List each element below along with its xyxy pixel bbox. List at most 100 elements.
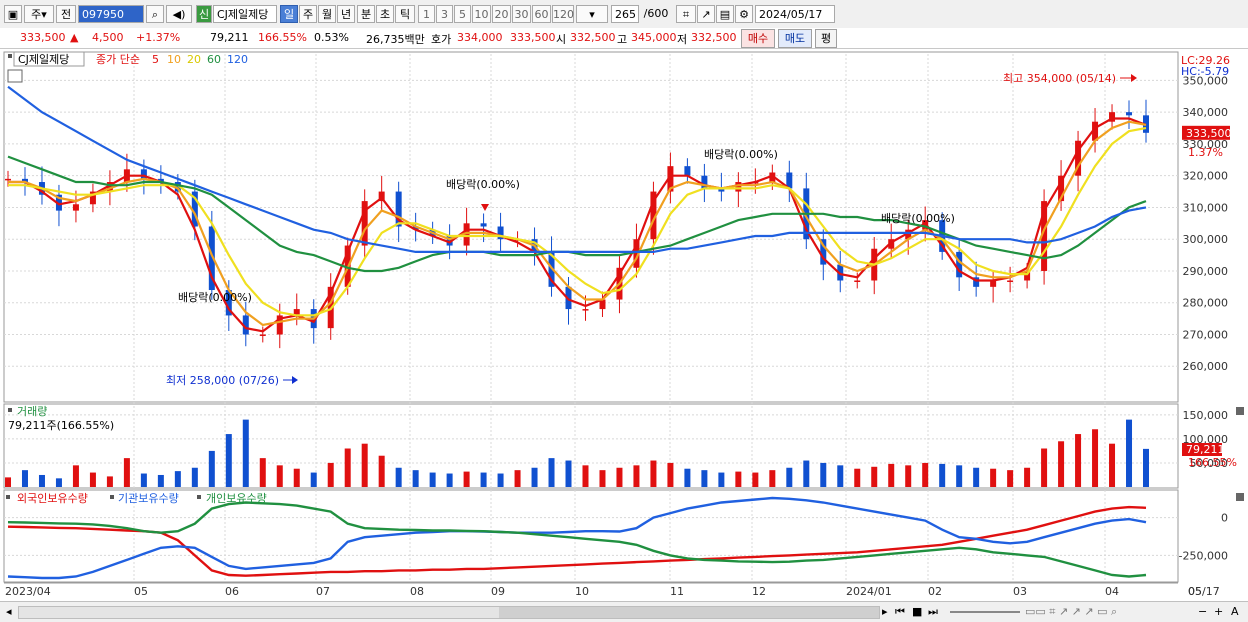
holdings-tick-label: -250,000 xyxy=(1179,549,1228,562)
dividend-annotation-3: 배당락(0.00%) xyxy=(704,148,778,161)
draw-icon[interactable]: ↗ xyxy=(697,5,715,23)
volume-bar xyxy=(174,471,181,487)
candle-body xyxy=(582,309,589,311)
last-page-icon[interactable]: ⏭ xyxy=(928,605,938,619)
volume-bar xyxy=(888,463,895,487)
period-minute[interactable]: 분 xyxy=(357,5,375,23)
legend-ma10: 10 xyxy=(167,53,181,66)
chart-tools-icon[interactable]: ⌗ xyxy=(676,5,696,23)
x-tick-label: 10 xyxy=(575,585,589,598)
period-day[interactable]: 일 xyxy=(280,5,298,23)
interval-5[interactable]: 5 xyxy=(454,5,471,23)
interval-30[interactable]: 30 xyxy=(512,5,531,23)
institution-holdings-label: 기관보유수량 xyxy=(118,492,179,505)
stock-name[interactable]: CJ제일제당 xyxy=(213,5,277,23)
volume-bar xyxy=(939,463,946,487)
x-tick-label: 05 xyxy=(134,585,148,598)
save-icon[interactable]: ▤ xyxy=(716,5,734,23)
volume-bar xyxy=(344,448,351,487)
sound-icon[interactable]: ◀) xyxy=(166,5,192,23)
x-tick-label: 05/17 xyxy=(1188,585,1220,598)
avg-button[interactable]: 평 xyxy=(815,29,837,48)
gear-icon[interactable]: ⚙ xyxy=(735,5,753,23)
volume-bar xyxy=(956,465,963,487)
high-label: 고 xyxy=(617,33,628,46)
candle-body xyxy=(5,178,11,181)
period-month[interactable]: 월 xyxy=(318,5,336,23)
first-page-icon[interactable]: ⏮ xyxy=(895,605,905,619)
grid-toggle-icon[interactable] xyxy=(7,69,23,83)
date-input[interactable]: 2024/05/17 ▦ xyxy=(755,5,835,39)
change-percent: +1.37% xyxy=(136,31,181,44)
horizontal-scrollbar[interactable] xyxy=(18,606,880,619)
interval-60[interactable]: 60 xyxy=(532,5,551,23)
volume-bar xyxy=(140,473,147,487)
volume-bar xyxy=(480,472,487,487)
legend-ma20: 20 xyxy=(187,53,201,66)
market-select[interactable]: 주▾ xyxy=(24,5,54,23)
prev-button[interactable]: 전 xyxy=(56,5,76,23)
last-price-pct: 1.37% xyxy=(1188,146,1223,159)
scroll-right-icon[interactable]: ▸ xyxy=(882,605,888,619)
font-size-icon[interactable]: A xyxy=(1231,605,1239,619)
volume-bar xyxy=(565,460,572,487)
volume-bar xyxy=(616,467,623,487)
stop-icon[interactable]: ■ xyxy=(912,605,922,619)
volume-value: 79,211 xyxy=(210,31,249,44)
interval-10[interactable]: 10 xyxy=(472,5,491,23)
candle-body xyxy=(1007,280,1014,282)
interval-120[interactable]: 120 xyxy=(552,5,574,23)
buy-button[interactable]: 매수 xyxy=(741,29,775,48)
dividend-annotation-4: 배당락(0.00%) xyxy=(881,212,955,225)
zoom-out-icon[interactable]: − xyxy=(1198,605,1207,619)
x-tick-label: 03 xyxy=(1013,585,1027,598)
volume-bar xyxy=(463,471,470,487)
volume-bar xyxy=(905,465,912,487)
interval-dropdown[interactable]: ▾ xyxy=(576,5,608,23)
volume-bar xyxy=(718,472,725,487)
x-tick-label: 09 xyxy=(491,585,505,598)
volume-bar xyxy=(55,478,62,487)
dividend-annotation-2: 배당락(0.00%) xyxy=(446,178,520,191)
stock-chart[interactable]: 260,000 270,000 280,000 290,000 300,000 310,0… xyxy=(0,50,1248,601)
period-week[interactable]: 주 xyxy=(299,5,317,23)
interval-20[interactable]: 20 xyxy=(492,5,511,23)
foreign-holdings-label: 외국인보유수량 xyxy=(17,492,88,505)
x-tick-label: 12 xyxy=(752,585,766,598)
period-year[interactable]: 년 xyxy=(337,5,355,23)
volume-panel-close-icon[interactable] xyxy=(1236,407,1244,415)
quote-bar: 333,500 ▲ 4,500 +1.37% 79,211 166.55% 0.… xyxy=(0,28,1248,49)
zoom-slider[interactable] xyxy=(950,611,1020,613)
stock-code-input[interactable]: 097950 xyxy=(78,5,144,23)
legend-stock-name: CJ제일제당 xyxy=(18,52,69,66)
interval-1[interactable]: 1 xyxy=(418,5,435,23)
last-price-value: 333,500 xyxy=(1186,127,1232,140)
layout-icon[interactable]: ▣ xyxy=(4,5,22,23)
price-tick-label: 260,000 xyxy=(1183,360,1229,373)
price-tick-label: 320,000 xyxy=(1183,170,1229,183)
volume-bar xyxy=(310,472,317,487)
x-tick-label: 2024/01 xyxy=(846,585,892,598)
volume-bar xyxy=(378,455,385,487)
price-tick-label: 300,000 xyxy=(1183,233,1229,246)
period-tick[interactable]: 틱 xyxy=(395,5,415,23)
open-label: 시 xyxy=(556,33,567,46)
candle-body xyxy=(72,204,79,211)
volume-bar xyxy=(21,470,28,487)
scroll-left-icon[interactable]: ◂ xyxy=(6,605,12,619)
sell-button[interactable]: 매도 xyxy=(778,29,812,48)
volume-bar xyxy=(820,462,827,487)
up-arrow-icon: ▲ xyxy=(70,31,79,44)
chart-mode-icons[interactable]: ▭▭ ⌗ ↗ ↗ ↗ ▭ ⌕ xyxy=(1025,605,1117,619)
scrollbar-thumb[interactable] xyxy=(499,607,879,618)
period-second[interactable]: 초 xyxy=(376,5,394,23)
count-input[interactable]: 265 xyxy=(611,5,639,23)
holdings-panel-close-icon[interactable] xyxy=(1236,493,1244,501)
volume-bar xyxy=(38,474,45,487)
volume-bar xyxy=(599,470,606,487)
interval-3[interactable]: 3 xyxy=(436,5,453,23)
x-tick-label: 08 xyxy=(410,585,424,598)
zoom-in-icon[interactable]: + xyxy=(1214,605,1223,619)
search-icon[interactable]: ⌕ xyxy=(146,5,164,23)
current-price: 333,500 xyxy=(20,31,66,44)
